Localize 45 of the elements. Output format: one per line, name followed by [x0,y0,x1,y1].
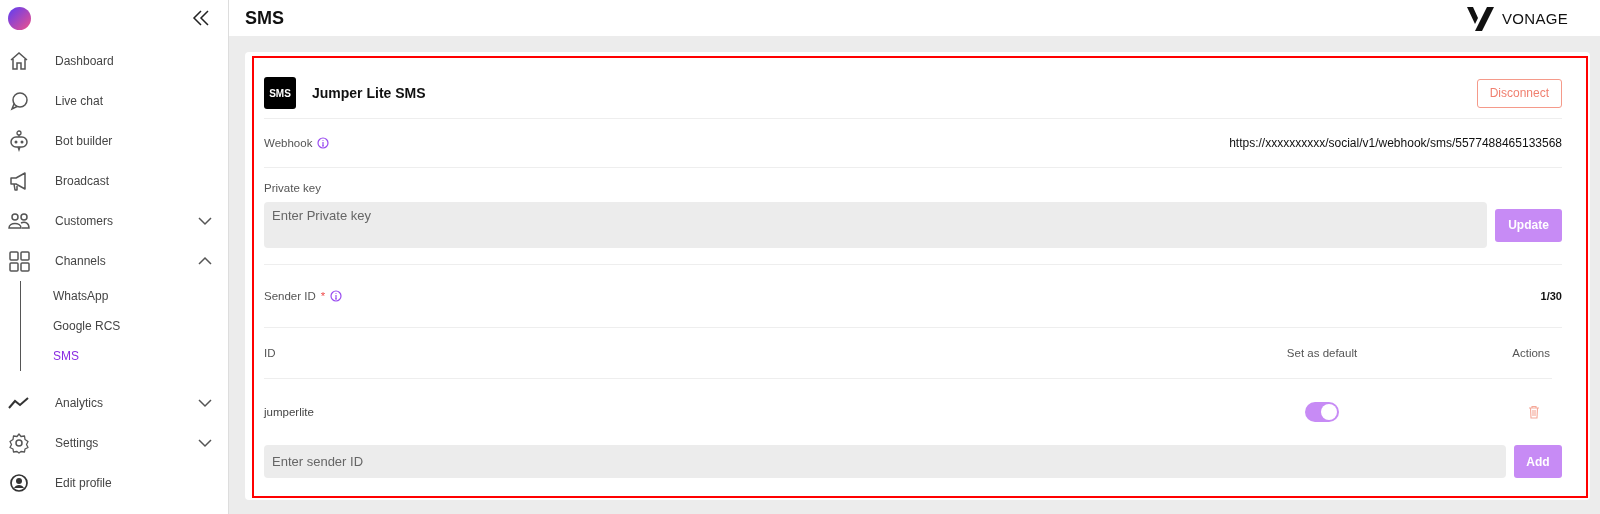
chevron-icon[interactable] [198,398,212,408]
required-mark: * [320,290,326,302]
profile-icon [8,472,30,494]
default-toggle[interactable] [1305,402,1339,422]
info-icon[interactable] [317,137,330,149]
sidebar-item[interactable]: Analytics [0,383,228,423]
webhook-url: https://xxxxxxxxxx/social/v1/webhook/sms/5577488465133568 [1229,136,1562,150]
column-header: Set as default [1285,347,1359,359]
chevron-icon[interactable] [198,438,212,448]
info-icon[interactable] [330,290,343,302]
home-icon [8,50,30,72]
collapse-icon[interactable] [192,9,210,27]
table-cell-text: jumperlite [264,406,315,418]
sender-count: 1/30 [1540,290,1562,302]
field-label: Webhook [264,137,313,149]
brand-name: VONAGE [1502,9,1568,27]
chevron-icon[interactable] [198,256,212,266]
private-key-field[interactable]: Enter Private key [264,202,1487,248]
sidebar-item[interactable]: Settings [0,423,228,463]
sms-logo: SMS [264,77,296,109]
field-label: Private key [264,182,322,194]
gear-icon [8,432,30,454]
page-title: SMS [245,7,284,29]
sidebar-item[interactable]: Dashboard [0,41,228,81]
sidebar-item[interactable]: Live chat [0,81,228,121]
column-header: ID [264,347,277,359]
chevron-icon[interactable] [198,216,212,226]
sender-id-field[interactable]: Enter sender ID [264,445,1506,478]
sidebar-item[interactable]: Edit profile [0,463,228,503]
sidebar-item[interactable]: Customers [0,201,228,241]
field-label: Sender ID [264,290,316,302]
sidebar-subitem[interactable]: SMS [53,341,228,371]
sidebar-subitem[interactable]: Google RCS [53,311,228,341]
app-logo [8,6,31,30]
channel-title: Jumper Lite SMS [312,85,426,101]
column-header: Actions [1511,347,1551,359]
chat-icon [8,90,30,112]
grid-icon [8,250,30,272]
sidebar-item[interactable]: Broadcast [0,161,228,201]
sidebar-item[interactable]: Channels [0,241,228,281]
sidebar-subitem[interactable]: WhatsApp [53,281,228,311]
brand-logo-icon [1467,5,1494,31]
bot-icon [8,130,30,152]
users-icon [8,210,30,232]
sidebar-item[interactable]: Bot builder [0,121,228,161]
